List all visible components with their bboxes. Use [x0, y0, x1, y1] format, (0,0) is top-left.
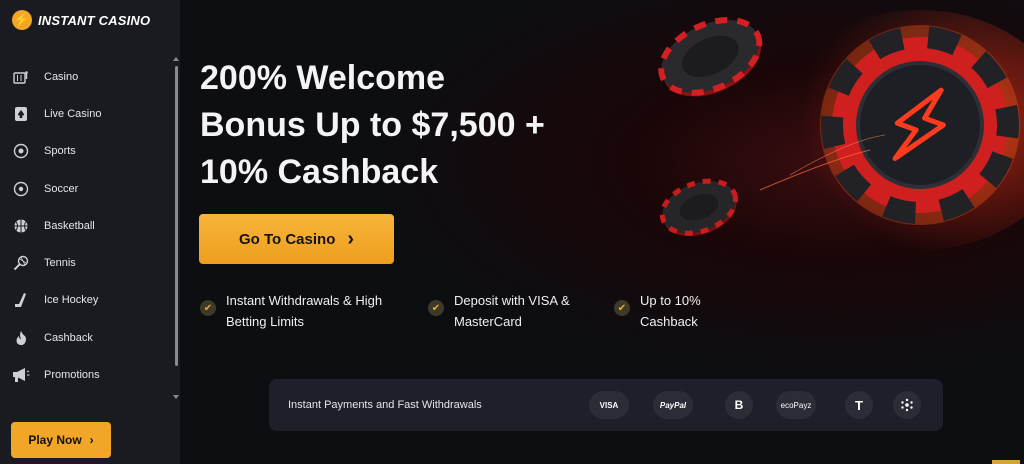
- chevron-right-icon: ›: [89, 433, 94, 447]
- flame-icon: [12, 329, 30, 347]
- sidebar-scrollbar[interactable]: [175, 66, 178, 366]
- check-icon: ✔: [428, 300, 444, 316]
- sidebar-item-cashback[interactable]: Cashback: [0, 319, 170, 356]
- sidebar-item-label: Promotions: [44, 369, 100, 382]
- paypal-icon: PayPal: [653, 391, 693, 419]
- basketball-icon: [12, 217, 30, 235]
- sidebar-item-soccer[interactable]: Soccer: [0, 170, 170, 207]
- logo[interactable]: ⚡ INSTANT CASINO: [12, 10, 150, 30]
- ecopayz-text: ecoPayz: [780, 400, 812, 410]
- tether-icon: T: [845, 391, 873, 419]
- hockey-stick-icon: [12, 291, 30, 309]
- brand-name: INSTANT CASINO: [38, 12, 151, 28]
- bitcoin-icon: B: [725, 391, 753, 419]
- play-now-label: Play Now: [28, 433, 82, 447]
- visa-icon: VISA: [589, 391, 629, 419]
- hero-headline: 200% Welcome Bonus Up to $7,500 + 10% Ca…: [200, 55, 620, 196]
- feature-line: Cashback: [640, 314, 698, 329]
- headline-line-2: Bonus Up to $7,500 +: [200, 106, 545, 144]
- sidebar-nav: Casino Live Casino Sports Soccer Basketb…: [0, 58, 170, 394]
- feature-item: ✔ Up to 10% Cashback: [614, 290, 701, 332]
- sidebar-item-live-casino[interactable]: Live Casino: [0, 95, 170, 132]
- scroll-down-arrow-icon[interactable]: [173, 395, 179, 399]
- payments-bar: Instant Payments and Fast Withdrawals VI…: [269, 379, 943, 431]
- sidebar-item-label: Basketball: [44, 219, 95, 232]
- tennis-racket-icon: [12, 254, 30, 272]
- go-to-casino-button[interactable]: Go To Casino ›: [199, 214, 394, 264]
- sidebar-item-tennis[interactable]: Tennis: [0, 244, 170, 281]
- poker-chips-illustration: [650, 0, 1024, 260]
- sidebar-item-label: Cashback: [44, 331, 93, 344]
- sidebar-item-label: Soccer: [44, 182, 79, 195]
- sidebar-item-label: Casino: [44, 70, 79, 83]
- scroll-up-arrow-icon[interactable]: [173, 57, 179, 61]
- feature-line: Betting Limits: [226, 314, 305, 329]
- hero-banner: 200% Welcome Bonus Up to $7,500 + 10% Ca…: [180, 0, 1024, 464]
- headline-line-1: 200% Welcome: [200, 59, 446, 97]
- feature-line: Up to 10%: [640, 293, 701, 308]
- lightning-logo-icon: ⚡: [12, 10, 32, 30]
- sidebar-item-ice-hockey[interactable]: Ice Hockey: [0, 282, 170, 319]
- feature-item: ✔ Instant Withdrawals & High Betting Lim…: [200, 290, 382, 332]
- bitcoin-text: B: [734, 398, 744, 412]
- sidebar-item-label: Tennis: [44, 257, 76, 270]
- spade-card-icon: [12, 105, 30, 123]
- sidebar-item-label: Ice Hockey: [44, 294, 99, 307]
- feature-line: Deposit with VISA &: [454, 293, 570, 308]
- chevron-right-icon: ›: [347, 228, 355, 250]
- go-to-casino-label: Go To Casino: [238, 230, 336, 248]
- sidebar: ⚡ INSTANT CASINO Casino Live Casino Spor…: [0, 0, 180, 464]
- paypal-text: PayPal: [659, 400, 687, 410]
- play-now-button[interactable]: Play Now ›: [11, 422, 111, 458]
- feature-item: ✔ Deposit with VISA & MasterCard: [428, 290, 570, 332]
- feature-line: Instant Withdrawals & High: [226, 293, 383, 308]
- sidebar-item-sports[interactable]: Sports: [0, 133, 170, 170]
- sidebar-item-label: Live Casino: [44, 107, 102, 120]
- cardano-icon: [893, 391, 921, 419]
- slot-machine-icon: [12, 68, 30, 86]
- sports-ball-icon: [12, 142, 30, 160]
- sidebar-item-label: Sports: [44, 145, 76, 158]
- ecopayz-icon: ecoPayz: [776, 391, 816, 419]
- megaphone-icon: [12, 366, 30, 384]
- sidebar-item-casino[interactable]: Casino: [0, 58, 170, 95]
- headline-line-3: 10% Cashback: [200, 153, 439, 191]
- sidebar-item-basketball[interactable]: Basketball: [0, 207, 170, 244]
- soccer-ball-icon: [12, 180, 30, 198]
- feature-line: MasterCard: [454, 314, 522, 329]
- payments-label: Instant Payments and Fast Withdrawals: [288, 399, 482, 411]
- tether-text: T: [855, 397, 863, 413]
- check-icon: ✔: [614, 300, 630, 316]
- check-icon: ✔: [200, 300, 216, 316]
- corner-accent: [992, 460, 1020, 464]
- sidebar-item-promotions[interactable]: Promotions: [0, 356, 170, 393]
- visa-text: VISA: [599, 400, 619, 410]
